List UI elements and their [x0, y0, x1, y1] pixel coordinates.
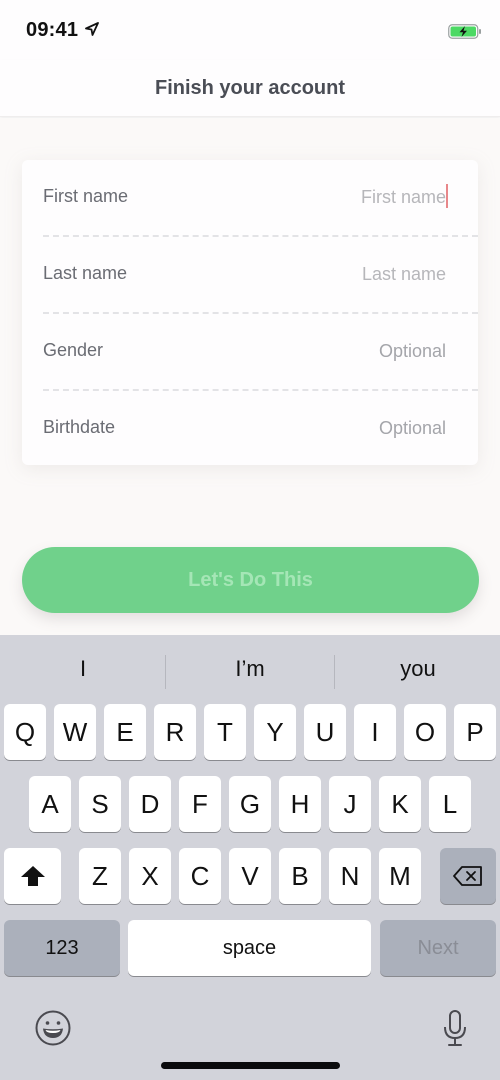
- key-f[interactable]: F: [179, 776, 221, 832]
- key-a[interactable]: A: [29, 776, 71, 832]
- key-n[interactable]: N: [329, 848, 371, 904]
- birthdate-input[interactable]: [246, 413, 446, 443]
- numbers-key[interactable]: 123: [4, 920, 120, 976]
- suggestion-divider: [165, 655, 166, 689]
- space-key[interactable]: space: [128, 920, 371, 976]
- page-title: Finish your account: [154, 77, 346, 99]
- microphone-icon[interactable]: [443, 1010, 467, 1048]
- gender-row: Gender: [43, 314, 478, 391]
- key-x[interactable]: X: [129, 848, 171, 904]
- key-q[interactable]: Q: [4, 704, 46, 760]
- key-t[interactable]: T: [204, 704, 246, 760]
- delete-key[interactable]: [440, 848, 496, 904]
- key-e[interactable]: E: [104, 704, 146, 760]
- status-bar: 09:41: [0, 0, 500, 60]
- key-k[interactable]: K: [379, 776, 421, 832]
- key-h[interactable]: H: [279, 776, 321, 832]
- text-caret: [446, 184, 448, 208]
- birthdate-label: Birthdate: [43, 417, 116, 437]
- birthdate-row: Birthdate: [43, 391, 478, 468]
- key-u[interactable]: U: [304, 704, 346, 760]
- last-name-input[interactable]: [246, 259, 446, 289]
- emoji-smiley-icon[interactable]: [34, 1009, 72, 1047]
- location-arrow-icon: [85, 22, 99, 36]
- gender-label: Gender: [43, 340, 104, 360]
- key-v[interactable]: V: [229, 848, 271, 904]
- key-p[interactable]: P: [454, 704, 496, 760]
- suggestion-bar: I I’m you: [0, 635, 500, 703]
- next-key[interactable]: Next: [380, 920, 496, 976]
- suggestion-item[interactable]: I’m: [167, 635, 333, 703]
- key-d[interactable]: D: [129, 776, 171, 832]
- key-s[interactable]: S: [79, 776, 121, 832]
- key-r[interactable]: R: [154, 704, 196, 760]
- gender-input[interactable]: [246, 336, 446, 366]
- key-m[interactable]: M: [379, 848, 421, 904]
- key-z[interactable]: Z: [79, 848, 121, 904]
- key-g[interactable]: G: [229, 776, 271, 832]
- shift-arrow-icon: [20, 866, 45, 886]
- key-i[interactable]: I: [354, 704, 396, 760]
- battery-charging-icon: [448, 24, 481, 39]
- key-c[interactable]: C: [179, 848, 221, 904]
- key-w[interactable]: W: [54, 704, 96, 760]
- lets-do-this-button[interactable]: Let's Do This: [22, 547, 479, 613]
- last-name-row: Last name: [43, 237, 478, 314]
- shift-key[interactable]: [4, 848, 61, 904]
- key-o[interactable]: O: [404, 704, 446, 760]
- key-l[interactable]: L: [429, 776, 471, 832]
- last-name-label: Last name: [43, 263, 128, 283]
- keyboard: I I’m you QWERTYUIOPASDFGHJKLZXCVBNM 123…: [0, 635, 500, 1080]
- key-b[interactable]: B: [279, 848, 321, 904]
- first-name-row: First name: [43, 160, 478, 237]
- key-j[interactable]: J: [329, 776, 371, 832]
- account-form: First name Last name Gender Birthdate: [22, 160, 478, 465]
- backspace-icon: [453, 866, 482, 886]
- first-name-input[interactable]: [246, 182, 446, 212]
- status-time: 09:41: [26, 19, 79, 41]
- suggestion-item[interactable]: you: [335, 635, 500, 703]
- navigation-bar: Finish your account: [0, 60, 500, 117]
- home-indicator[interactable]: [161, 1062, 340, 1069]
- suggestion-item[interactable]: I: [0, 635, 166, 703]
- key-y[interactable]: Y: [254, 704, 296, 760]
- first-name-label: First name: [43, 186, 129, 206]
